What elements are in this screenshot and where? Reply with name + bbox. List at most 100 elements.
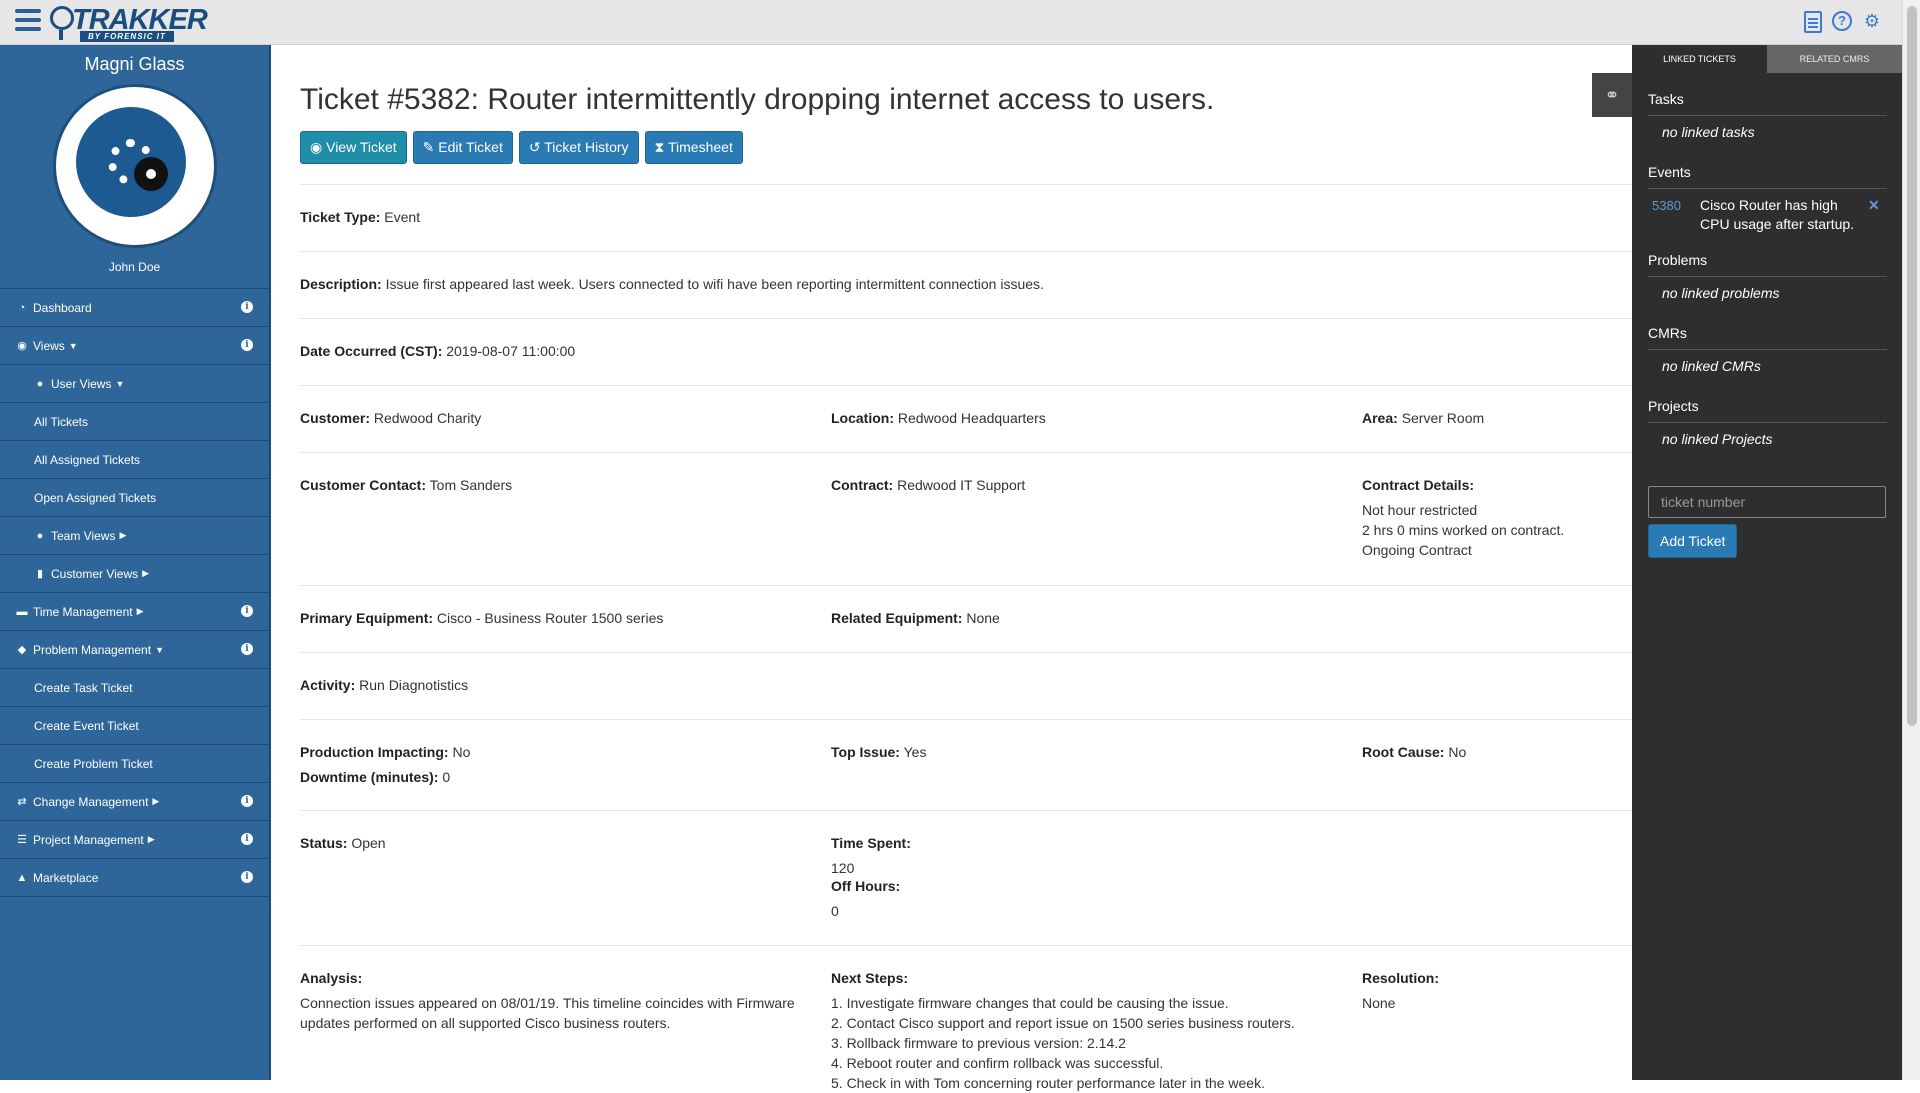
ticket-type-value: Event: [384, 209, 421, 225]
problems-heading: Problems: [1648, 252, 1887, 277]
contract-value: Redwood IT Support: [897, 477, 1026, 493]
related-equipment-value: None: [966, 610, 1000, 626]
sidebar-item-team-views[interactable]: ● Team Views ▶: [0, 517, 269, 555]
activity-value: Run Diagnotistics: [359, 677, 469, 693]
profile-name: Magni Glass: [84, 54, 185, 74]
next-step-item: 4. Reboot router and confirm rollback wa…: [831, 1055, 1164, 1071]
edit-ticket-button[interactable]: ✎ Edit Ticket: [412, 131, 513, 164]
events-heading: Events: [1648, 164, 1887, 189]
hamburger-menu-icon[interactable]: [15, 9, 41, 31]
trakker-logo[interactable]: TRAKKER BY FORENSIC IT: [50, 4, 208, 42]
eye-icon: ◉: [310, 139, 327, 155]
analysis-value: Connection issues appeared on 08/01/19. …: [300, 995, 795, 1031]
tab-linked-tickets[interactable]: LINKED TICKETS: [1632, 45, 1767, 73]
info-icon[interactable]: i: [241, 795, 253, 807]
sidebar-item-user-views[interactable]: ● User Views ▼: [0, 365, 269, 403]
info-icon[interactable]: i: [241, 605, 253, 617]
cmrs-heading: CMRs: [1648, 325, 1887, 350]
sidebar-item-change-management[interactable]: ⇄ Change Management ▶ i: [0, 783, 269, 821]
list-icon: ☰: [17, 834, 27, 846]
linked-tickets-panel: LINKED TICKETS RELATED CMRS Tasks no lin…: [1632, 45, 1902, 1080]
customer-section: Customer: Redwood Charity Location: Redw…: [300, 385, 1632, 452]
event-text: Cisco Router has high CPU usage after st…: [1700, 197, 1855, 232]
info-icon[interactable]: i: [241, 833, 253, 845]
eye-icon: ◉: [17, 340, 27, 352]
sidebar-item-marketplace[interactable]: ▲ Marketplace i: [0, 859, 269, 897]
resolution-value: None: [1362, 995, 1396, 1011]
tasks-empty: no linked tasks: [1662, 124, 1755, 140]
help-icon[interactable]: ?: [1832, 11, 1852, 31]
add-ticket-button[interactable]: Add Ticket: [1648, 524, 1738, 558]
info-icon[interactable]: i: [241, 643, 253, 655]
impact-section: Production Impacting: No Downtime (minut…: [300, 719, 1632, 810]
magnifier-icon: [50, 6, 74, 40]
scrollbar-thumb[interactable]: [1907, 6, 1917, 726]
bank-icon: ▲: [16, 871, 28, 884]
sidebar-item-create-event-ticket[interactable]: Create Event Ticket: [0, 707, 269, 745]
scrollbar[interactable]: [1902, 0, 1920, 1080]
description-value: Issue first appeared last week. Users co…: [385, 276, 1044, 292]
avatar: [52, 84, 217, 248]
sidebar-item-views[interactable]: ◉ Views ▼ i: [0, 327, 269, 365]
primary-equipment-value: Cisco - Business Router 1500 series: [436, 610, 664, 626]
time-spent-value: 120: [831, 860, 855, 876]
contract-section: Customer Contact: Tom Sanders Contract: …: [300, 452, 1632, 585]
production-impacting-value: No: [452, 744, 471, 760]
event-number-link[interactable]: 5380: [1652, 196, 1700, 234]
ticket-number-input[interactable]: [1648, 486, 1886, 518]
next-step-item: 5. Check in with Tom concerning router p…: [831, 1075, 1265, 1091]
pencil-icon: ✎: [422, 139, 439, 155]
sidebar-item-all-tickets[interactable]: All Tickets: [0, 403, 269, 441]
contract-detail: 2 hrs 0 mins worked on contract.: [1362, 522, 1565, 538]
projects-empty: no linked Projects: [1662, 431, 1773, 447]
gear-icon[interactable]: ⚙: [1862, 11, 1882, 31]
exchange-icon: ⇄: [17, 796, 27, 808]
timesheet-button[interactable]: ⧗ Timesheet: [644, 131, 743, 164]
info-icon[interactable]: i: [241, 339, 253, 351]
sidebar-item-problem-management[interactable]: ◆ Problem Management ▼ i: [0, 631, 269, 669]
caret-right-icon: ▶: [119, 530, 127, 540]
sidebar-item-customer-views[interactable]: ▮ Customer Views ▶: [0, 555, 269, 593]
sidebar-item-create-problem-ticket[interactable]: Create Problem Ticket: [0, 745, 269, 783]
contract-detail: Ongoing Contract: [1362, 542, 1472, 558]
problems-empty: no linked problems: [1662, 285, 1780, 301]
sidebar-item-project-management[interactable]: ☰ Project Management ▶ i: [0, 821, 269, 859]
tag-icon: ◆: [17, 644, 27, 656]
sidebar-item-dashboard[interactable]: ◔ Dashboard i: [0, 289, 269, 327]
analysis-section: Analysis: Connection issues appeared on …: [300, 945, 1632, 1093]
tab-related-cmrs[interactable]: RELATED CMRS: [1767, 45, 1902, 73]
contact-value: Tom Sanders: [429, 477, 513, 493]
contract-detail: Not hour restricted: [1362, 502, 1478, 518]
date-section: Date Occurred (CST): 2019-08-07 11:00:00: [300, 318, 1632, 385]
sidebar-item-create-task-ticket[interactable]: Create Task Ticket: [0, 669, 269, 707]
gear-icon: [133, 157, 168, 191]
downtime-value: 0: [442, 769, 451, 785]
ticket-detail: Ticket #5382: Router intermittently drop…: [300, 45, 1632, 1093]
location-value: Redwood Headquarters: [897, 410, 1046, 426]
top-bar: TRAKKER BY FORENSIC IT ? ⚙: [0, 0, 1920, 45]
ticket-history-button[interactable]: ↺ Ticket History: [518, 131, 639, 164]
sidebar-item-open-assigned-tickets[interactable]: Open Assigned Tickets: [0, 479, 269, 517]
info-icon[interactable]: i: [241, 301, 253, 313]
user-icon: ●: [36, 377, 44, 390]
status-section: Status: Open Time Spent: 120 Off Hours: …: [300, 810, 1632, 945]
root-cause-value: No: [1448, 744, 1467, 760]
dashboard-icon: ◔: [18, 301, 26, 314]
next-step-item: 3. Rollback firmware to previous version…: [831, 1035, 1126, 1051]
projects-heading: Projects: [1648, 398, 1887, 423]
hourglass-icon: ⧗: [654, 139, 668, 155]
user-name: John Doe: [108, 260, 161, 274]
remove-link-icon[interactable]: ✕: [1868, 196, 1880, 234]
ticket-type-section: Ticket Type: Event: [300, 184, 1632, 251]
caret-right-icon: ▶: [142, 568, 150, 578]
link-icon[interactable]: ⚭: [1592, 73, 1632, 117]
sidebar-item-all-assigned-tickets[interactable]: All Assigned Tickets: [0, 441, 269, 479]
off-hours-value: 0: [831, 903, 839, 919]
document-icon[interactable]: [1804, 11, 1822, 33]
cmrs-empty: no linked CMRs: [1662, 358, 1761, 374]
view-ticket-button[interactable]: ◉ View Ticket: [300, 131, 407, 164]
book-icon: ▬: [16, 605, 28, 618]
info-icon[interactable]: i: [241, 871, 253, 883]
sidebar-item-time-management[interactable]: ▬ Time Management ▶ i: [0, 593, 269, 631]
date-value: 2019-08-07 11:00:00: [446, 343, 576, 359]
